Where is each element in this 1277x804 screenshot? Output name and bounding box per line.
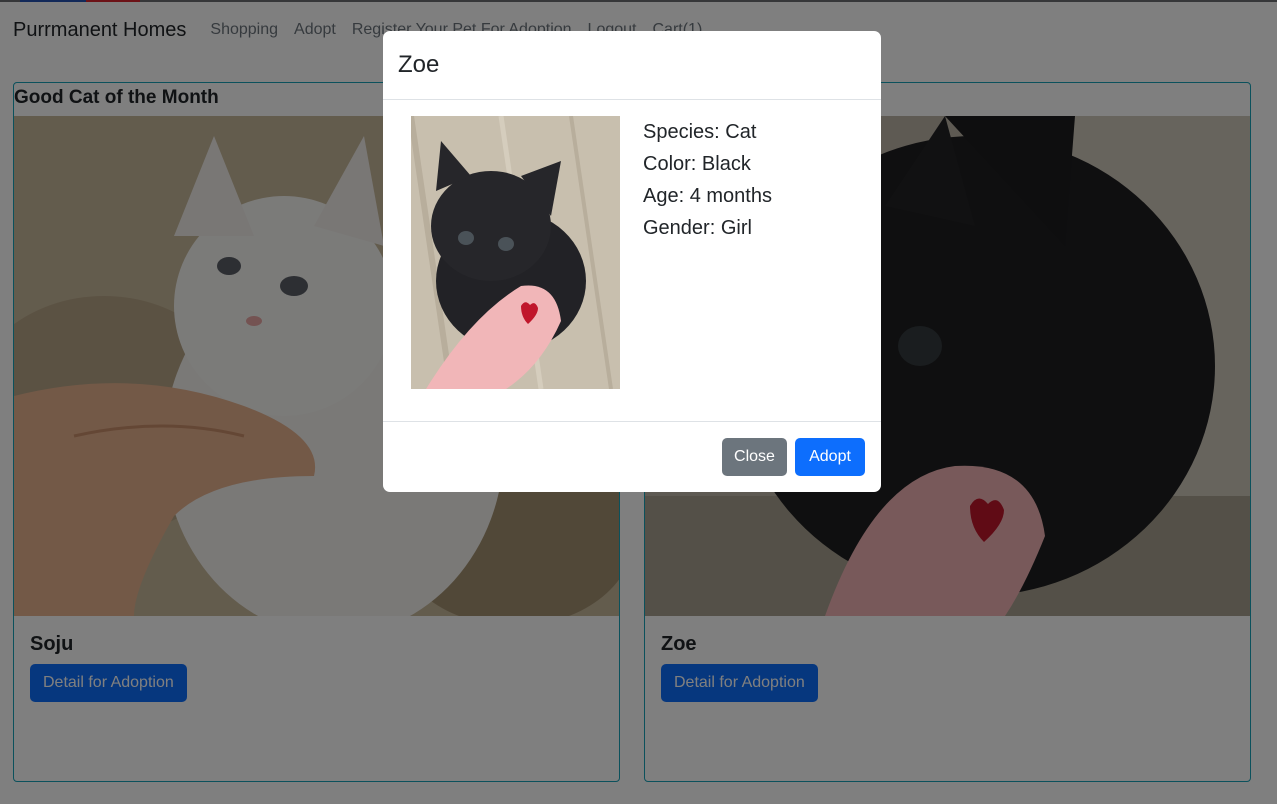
modal-title: Zoe xyxy=(398,51,440,78)
pet-info-species: Species: Cat xyxy=(643,121,757,143)
modal-pet-photo xyxy=(411,116,620,389)
modal-body: Species: Cat Color: Black Age: 4 months … xyxy=(383,100,881,422)
pet-info-color: Color: Black xyxy=(643,153,751,175)
pet-info: Species: Cat Color: Black Age: 4 months … xyxy=(643,116,772,244)
pet-info-gender: Gender: Girl xyxy=(643,217,752,239)
pet-detail-modal: Zoe Species: Cat Color: Black Age: 4 mon… xyxy=(383,31,881,492)
pet-info-age: Age: 4 months xyxy=(643,185,772,207)
close-button[interactable]: Close xyxy=(722,438,787,476)
modal-footer: Close Adopt xyxy=(383,422,881,492)
modal-header: Zoe xyxy=(383,31,881,100)
adopt-button[interactable]: Adopt xyxy=(795,438,865,476)
page: Purrmanent Homes Shopping Adopt Register… xyxy=(0,0,1277,804)
